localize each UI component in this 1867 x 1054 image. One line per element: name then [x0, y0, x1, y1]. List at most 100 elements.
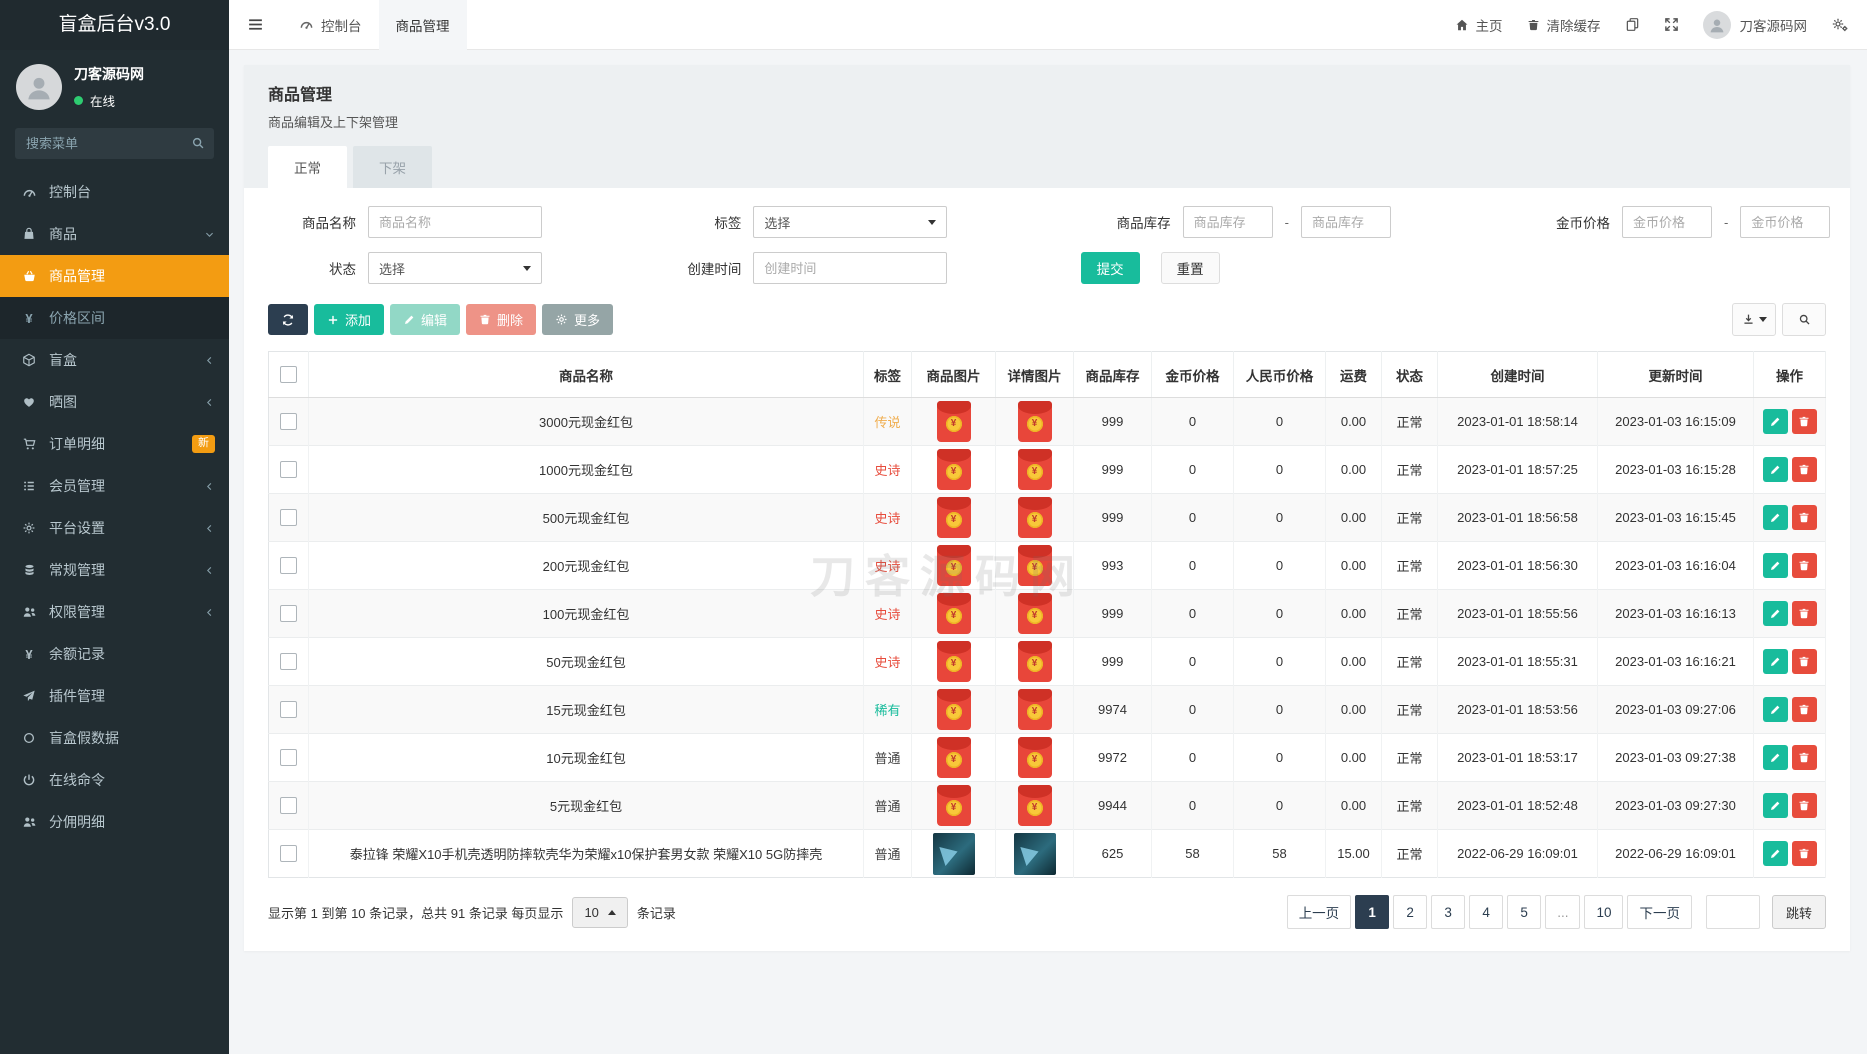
submit-button[interactable]: 提交 — [1080, 252, 1140, 284]
row-delete-button[interactable] — [1791, 553, 1817, 578]
search-icon[interactable] — [191, 136, 205, 150]
row-delete-button[interactable] — [1791, 505, 1817, 530]
name-filter-input[interactable] — [368, 206, 542, 238]
red-packet-image[interactable] — [1017, 737, 1052, 778]
red-packet-image[interactable] — [1017, 401, 1052, 442]
row-checkbox[interactable] — [280, 605, 297, 622]
home-link[interactable]: 主页 — [1455, 15, 1503, 35]
copy-pages-icon[interactable] — [1625, 17, 1640, 32]
menu-search-input[interactable] — [15, 128, 214, 159]
next-page-button[interactable]: 下一页 — [1627, 895, 1692, 929]
page-button-10[interactable]: 10 — [1584, 895, 1624, 929]
red-packet-image[interactable] — [936, 737, 971, 778]
hamburger-menu-icon[interactable] — [229, 0, 282, 50]
red-packet-image[interactable] — [936, 689, 971, 730]
row-delete-button[interactable] — [1791, 457, 1817, 482]
more-button[interactable]: 更多 — [542, 304, 614, 335]
row-checkbox[interactable] — [280, 797, 297, 814]
row-checkbox[interactable] — [280, 413, 297, 430]
jump-page-input[interactable] — [1705, 895, 1760, 929]
page-button-3[interactable]: 3 — [1431, 895, 1466, 929]
row-delete-button[interactable] — [1791, 745, 1817, 770]
sidebar-item-platform-setting[interactable]: 平台设置 — [0, 507, 229, 549]
page-size-select[interactable]: 10 — [572, 896, 628, 928]
phone-case-image[interactable] — [932, 832, 975, 875]
page-button-4[interactable]: 4 — [1469, 895, 1504, 929]
red-packet-image[interactable] — [936, 449, 971, 490]
add-button[interactable]: 添加 — [314, 304, 385, 335]
sidebar-item-fake-data[interactable]: 盲盒假数据 — [0, 717, 229, 759]
created-filter-input[interactable] — [753, 252, 948, 284]
red-packet-image[interactable] — [1017, 497, 1052, 538]
row-delete-button[interactable] — [1791, 697, 1817, 722]
select-all-checkbox[interactable] — [280, 366, 297, 383]
row-edit-button[interactable] — [1762, 553, 1788, 578]
stock-min-input[interactable] — [1182, 206, 1273, 238]
row-edit-button[interactable] — [1762, 649, 1788, 674]
red-packet-image[interactable] — [1017, 545, 1052, 586]
row-checkbox[interactable] — [280, 749, 297, 766]
red-packet-image[interactable] — [936, 593, 971, 634]
sidebar-item-console[interactable]: 控制台 — [0, 171, 229, 213]
status-filter-select[interactable]: 选择 — [368, 252, 542, 284]
row-checkbox[interactable] — [280, 461, 297, 478]
row-edit-button[interactable] — [1762, 505, 1788, 530]
sidebar-item-general-manage[interactable]: 常规管理 — [0, 549, 229, 591]
red-packet-image[interactable] — [1017, 641, 1052, 682]
jump-button[interactable]: 跳转 — [1771, 895, 1826, 929]
sidebar-item-permissions[interactable]: 权限管理 — [0, 591, 229, 633]
row-delete-button[interactable] — [1791, 601, 1817, 626]
red-packet-image[interactable] — [936, 401, 971, 442]
sidebar-item-price-range[interactable]: ¥ 价格区间 — [0, 297, 229, 339]
avatar[interactable] — [16, 64, 62, 110]
sidebar-item-plugins[interactable]: 插件管理 — [0, 675, 229, 717]
clear-cache-button[interactable]: 清除缓存 — [1527, 15, 1601, 35]
edit-button[interactable]: 编辑 — [390, 304, 461, 335]
page-button-1[interactable]: 1 — [1355, 895, 1390, 929]
delete-button[interactable]: 删除 — [466, 304, 537, 335]
gold-min-input[interactable] — [1621, 206, 1712, 238]
sidebar-item-balance-log[interactable]: ¥ 余额记录 — [0, 633, 229, 675]
row-edit-button[interactable] — [1762, 409, 1788, 434]
row-checkbox[interactable] — [280, 509, 297, 526]
phone-case-image[interactable] — [1013, 832, 1056, 875]
sidebar-item-commission[interactable]: 分佣明细 — [0, 801, 229, 843]
red-packet-image[interactable] — [1017, 689, 1052, 730]
nav-tab-goods-manage[interactable]: 商品管理 — [378, 0, 467, 50]
row-delete-button[interactable] — [1791, 409, 1817, 434]
page-button-2[interactable]: 2 — [1393, 895, 1428, 929]
export-button[interactable] — [1732, 303, 1776, 336]
row-checkbox[interactable] — [280, 845, 297, 862]
row-checkbox[interactable] — [280, 557, 297, 574]
red-packet-image[interactable] — [1017, 785, 1052, 826]
sidebar-item-members[interactable]: 会员管理 — [0, 465, 229, 507]
red-packet-image[interactable] — [936, 785, 971, 826]
row-delete-button[interactable] — [1791, 841, 1817, 866]
page-button-5[interactable]: 5 — [1507, 895, 1542, 929]
row-delete-button[interactable] — [1791, 793, 1817, 818]
row-edit-button[interactable] — [1762, 745, 1788, 770]
cogs-icon[interactable] — [1831, 17, 1849, 33]
row-checkbox[interactable] — [280, 653, 297, 670]
prev-page-button[interactable]: 上一页 — [1286, 895, 1352, 929]
sidebar-item-online-command[interactable]: 在线命令 — [0, 759, 229, 801]
reset-button[interactable]: 重置 — [1160, 252, 1220, 284]
row-delete-button[interactable] — [1791, 649, 1817, 674]
sidebar-item-goods-manage[interactable]: 商品管理 — [0, 255, 229, 297]
red-packet-image[interactable] — [1017, 449, 1052, 490]
fullscreen-icon[interactable] — [1664, 17, 1679, 32]
row-edit-button[interactable] — [1762, 697, 1788, 722]
red-packet-image[interactable] — [936, 497, 971, 538]
tab-offline[interactable]: 下架 — [353, 146, 432, 188]
red-packet-image[interactable] — [936, 641, 971, 682]
gold-max-input[interactable] — [1740, 206, 1831, 238]
user-menu[interactable]: 刀客源码网 — [1702, 10, 1807, 39]
sidebar-item-blindbox[interactable]: 盲盒 — [0, 339, 229, 381]
red-packet-image[interactable] — [936, 545, 971, 586]
sidebar-item-photos[interactable]: 晒图 — [0, 381, 229, 423]
tab-normal[interactable]: 正常 — [268, 146, 347, 188]
sidebar-item-order-detail[interactable]: 订单明细 新 — [0, 423, 229, 465]
row-edit-button[interactable] — [1762, 601, 1788, 626]
nav-tab-console[interactable]: 控制台 — [282, 0, 379, 50]
search-toggle-button[interactable] — [1782, 303, 1826, 336]
